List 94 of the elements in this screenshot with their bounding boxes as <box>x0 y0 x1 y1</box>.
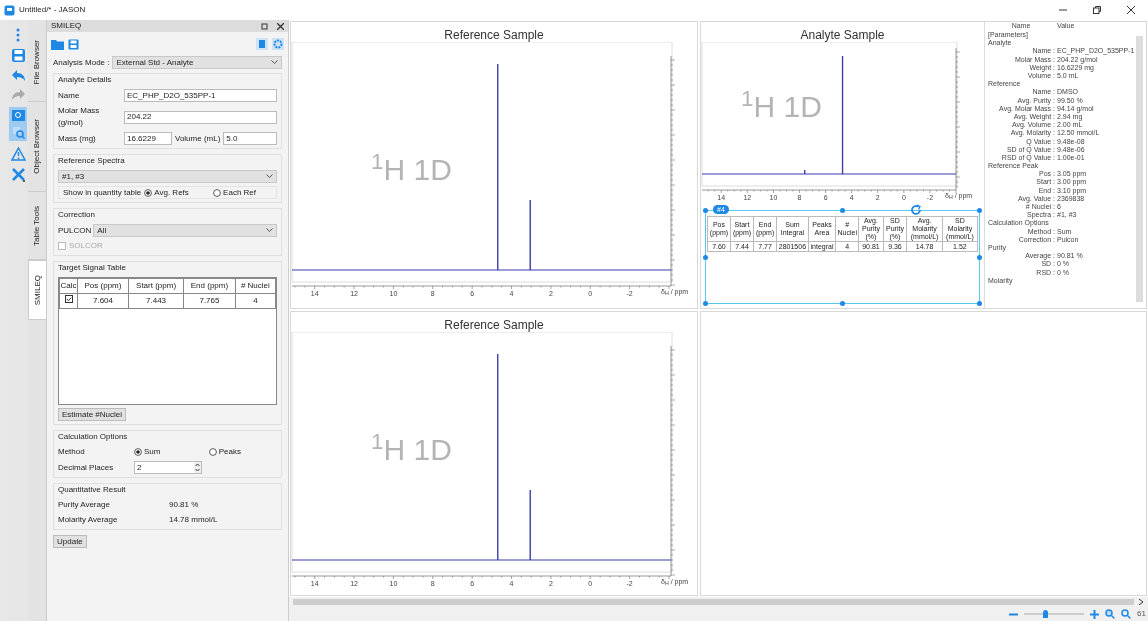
scroll-right-icon[interactable] <box>1138 599 1144 605</box>
checkbox[interactable] <box>64 295 73 303</box>
estimate-nuclei-button[interactable]: Estimate #Nuclei <box>58 408 127 421</box>
search-icon[interactable] <box>1121 609 1132 619</box>
rotate-icon[interactable] <box>910 204 922 216</box>
column-header: # Nuclei <box>235 278 276 294</box>
radio-button[interactable] <box>213 188 222 197</box>
chart-title: Reference Sample <box>443 27 545 42</box>
resize-handle[interactable] <box>977 208 982 213</box>
table-cell: 4 <box>235 293 276 309</box>
app-icon <box>4 4 15 16</box>
column-header: Pos (ppm) <box>77 278 129 294</box>
radio-button[interactable] <box>144 188 153 197</box>
close-icon[interactable] <box>277 22 284 30</box>
chart-title: Reference Sample <box>443 317 545 332</box>
group-title: Analyte Details <box>58 74 113 86</box>
spin-box[interactable]: 2 <box>134 461 202 474</box>
panel-title: SMILEQ <box>51 20 82 32</box>
resize-handle[interactable] <box>977 301 982 306</box>
result-value: 14.78 mmol/L <box>169 514 218 526</box>
caret-icon <box>266 228 273 233</box>
radio-label[interactable]: Each Ref <box>223 186 256 199</box>
dropdown[interactable]: #1, #3 <box>58 170 277 183</box>
radio-label[interactable]: Sum <box>144 446 161 458</box>
field-label: Analysis Mode : <box>53 56 110 69</box>
column-header: Start (ppm) <box>128 278 184 294</box>
field-label: Molar Mass (g/mol) <box>58 105 101 129</box>
column-header: End (ppm) <box>183 278 236 294</box>
table-cell: 7.604 <box>77 293 129 309</box>
more-icon[interactable] <box>16 28 20 42</box>
resize-handle[interactable] <box>703 208 708 213</box>
caret-icon <box>266 174 273 179</box>
group-title: Target Signal Table <box>58 262 127 274</box>
table-cell: 7.765 <box>183 293 236 309</box>
resize-handle[interactable] <box>703 255 708 260</box>
zoom-level: 61 <box>1137 608 1146 620</box>
field-label: Show in quantity table <box>63 186 142 199</box>
resize-handle[interactable] <box>703 301 708 306</box>
resize-handle[interactable] <box>840 301 845 306</box>
input-field[interactable]: 16.6229 <box>124 132 172 145</box>
zoom-tool-icon[interactable] <box>9 107 27 141</box>
result-value: 90.81 % <box>169 499 199 511</box>
copy-icon[interactable] <box>256 38 268 50</box>
side-tab[interactable]: SMILEQ <box>28 260 46 320</box>
zoom-slider[interactable] <box>1024 610 1085 618</box>
window-title: Untitled/* - JASON <box>19 4 86 16</box>
folder-icon[interactable] <box>51 38 64 50</box>
field-label: PULCON <box>58 224 92 237</box>
float-icon[interactable] <box>261 22 269 30</box>
save-icon[interactable] <box>10 48 26 63</box>
radio-label[interactable]: Avg. Refs <box>154 186 189 199</box>
field-label: Method <box>58 446 86 458</box>
group-title: Reference Spectra <box>58 155 126 167</box>
result-label: Purity Average <box>58 499 111 511</box>
caret-icon <box>271 60 278 65</box>
input-field[interactable]: 204.22 <box>124 110 277 124</box>
chart-title: Analyte Sample <box>799 27 886 42</box>
close-icon[interactable] <box>1126 5 1136 15</box>
warning-icon[interactable] <box>10 147 26 161</box>
column-header: Calc <box>59 278 78 294</box>
field-label: Volume (mL) <box>175 132 221 145</box>
radio-button[interactable] <box>134 448 142 456</box>
field-label: Mass (mg) <box>58 132 97 145</box>
nucleus-watermark-label: $^{1}$H 1D <box>371 147 452 188</box>
redo-icon[interactable] <box>10 88 26 101</box>
slider-thumb[interactable] <box>1043 610 1049 618</box>
field-label: Decimal Places <box>58 461 115 474</box>
resize-handle[interactable] <box>840 208 845 213</box>
scrollbar[interactable] <box>1136 36 1143 302</box>
nucleus-watermark-label: $^{1}$H 1D <box>371 427 452 468</box>
input-field[interactable]: 5.0 <box>223 132 277 145</box>
dropdown[interactable]: External Std - Analyte <box>112 56 282 69</box>
result-label: Molarity Average <box>58 514 119 526</box>
save-icon[interactable] <box>68 38 79 50</box>
undo-icon[interactable] <box>10 69 26 82</box>
horizontal-scrollbar[interactable] <box>293 599 1134 605</box>
input-field[interactable]: EC_PHP_D2O_535PP-1 <box>124 89 277 102</box>
radio-button[interactable] <box>208 448 217 456</box>
tools-icon[interactable] <box>10 167 26 182</box>
field-label: Name <box>58 89 81 102</box>
settings-icon[interactable] <box>272 38 284 50</box>
group-title: Calculation Options <box>58 431 129 443</box>
restore-icon[interactable] <box>1092 5 1102 15</box>
group-title: Quantitative Result <box>58 484 127 496</box>
checkbox-label: SOLCOR <box>69 240 103 252</box>
resize-handle[interactable] <box>977 255 982 260</box>
update-button[interactable]: Update <box>53 535 87 548</box>
nucleus-watermark-label: $^{1}$H 1D <box>741 84 822 125</box>
zoom-fit-icon[interactable] <box>1105 609 1116 619</box>
dropdown[interactable]: All <box>93 224 277 237</box>
radio-label[interactable]: Peaks <box>218 446 241 458</box>
table-cell: 7.443 <box>128 293 184 309</box>
zoom-in-icon[interactable] <box>1090 609 1100 619</box>
group-title: Correction <box>58 209 96 221</box>
